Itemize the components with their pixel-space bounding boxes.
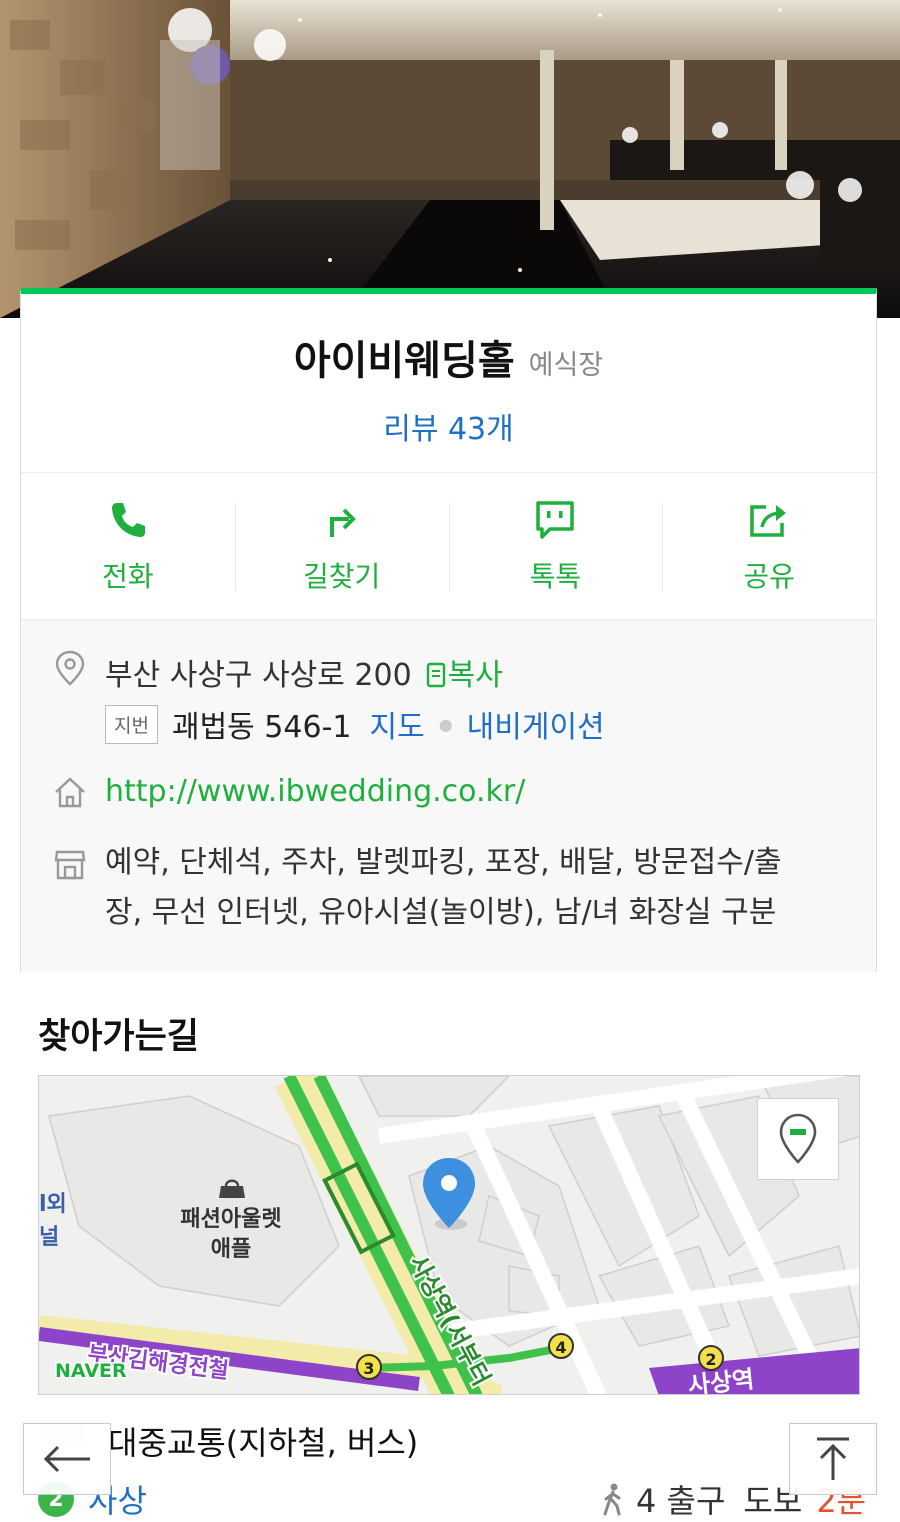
map-pin-icon: [779, 1113, 817, 1164]
transit-heading: 대중교통(지하철, 버스): [108, 1424, 419, 1462]
copy-label: 복사: [447, 658, 503, 693]
amenities-line-1: 예약, 단체석, 주차, 발렛파킹, 포장, 배달, 방문접수/출: [105, 845, 782, 880]
amenities-row: 예약, 단체석, 주차, 발렛파킹, 포장, 배달, 방문접수/출 장, 무선 …: [53, 845, 844, 938]
share-icon: [750, 505, 787, 537]
share-label: 공유: [743, 560, 795, 593]
talk-icon: [536, 501, 575, 539]
place-name: 아이비웨딩홀: [293, 338, 515, 384]
directions-section-title: 찾아가는길: [38, 1017, 200, 1057]
copy-icon: [426, 662, 445, 688]
location-pin-icon: [53, 650, 105, 694]
address-row: 부산 사상구 사상로 200 복사: [53, 650, 844, 694]
road-address: 부산 사상구 사상로 200: [105, 658, 412, 693]
arrow-left-icon: [43, 1445, 90, 1473]
map-canvas: 패션아울렛 애플 l외 널 사상역(서부터 부산김해경전철 사상역 NAVER …: [39, 1076, 859, 1394]
share-button[interactable]: 공유: [662, 473, 876, 619]
phone-icon: [111, 503, 145, 537]
map-link[interactable]: 지도: [369, 702, 424, 746]
back-button[interactable]: [23, 1423, 111, 1495]
svg-text:4: 4: [555, 1338, 566, 1357]
exit-marker-4: 4: [548, 1333, 574, 1359]
store-icon: [53, 846, 105, 890]
place-card: 아이비웨딩홀 예식장 리뷰 43개 전화 길찾기 톡톡 공유 부산 사상구 사상…: [20, 288, 877, 972]
map-edge-label-2: 널: [39, 1225, 59, 1250]
action-bar: 전화 길찾기 톡톡 공유: [21, 473, 876, 620]
place-info: 부산 사상구 사상로 200 복사 지번 괘법동 546-1 지도 ● 내비게이…: [21, 620, 876, 972]
map-poi-line-2: 애플: [211, 1237, 251, 1262]
scroll-top-button[interactable]: [789, 1423, 877, 1495]
talk-label: 톡톡: [529, 560, 582, 593]
place-category: 예식장: [528, 350, 604, 381]
exit-marker-2: 2: [698, 1345, 724, 1371]
talk-button[interactable]: 톡톡: [448, 473, 663, 619]
homepage-row: http://www.ibwedding.co.kr/: [53, 774, 844, 818]
svg-text:2: 2: [705, 1350, 716, 1369]
wedding-hall-photo: [0, 0, 900, 318]
directions-icon: [329, 508, 356, 537]
directions-label: 길찾기: [302, 560, 381, 593]
copy-address-button[interactable]: 복사: [426, 650, 503, 694]
location-map[interactable]: 패션아울렛 애플 l외 널 사상역(서부터 부산김해경전철 사상역 NAVER …: [38, 1075, 860, 1395]
navigation-link[interactable]: 내비게이션: [467, 702, 605, 746]
separator-dot: ●: [438, 714, 453, 734]
amenities-text: 예약, 단체석, 주차, 발렛파킹, 포장, 배달, 방문접수/출 장, 무선 …: [105, 838, 782, 938]
place-name-line: 아이비웨딩홀 예식장: [21, 294, 876, 386]
map-edge-label-1: l외: [39, 1192, 67, 1217]
review-count-link[interactable]: 리뷰 43개: [21, 404, 876, 448]
svg-text:3: 3: [363, 1359, 374, 1378]
exit-info: 4 출구: [636, 1482, 726, 1520]
walking-person-icon: [603, 1483, 621, 1516]
jibun-address: 괘법동 546-1: [171, 710, 352, 745]
directions-button[interactable]: 길찾기: [234, 473, 449, 619]
homepage-link[interactable]: http://www.ibwedding.co.kr/: [105, 774, 525, 809]
exit-marker-3: 3: [356, 1354, 382, 1380]
jibun-tag: 지번: [105, 704, 158, 744]
jibun-row: 지번 괘법동 546-1 지도 ● 내비게이션: [53, 702, 844, 746]
hero-photo[interactable]: [0, 0, 900, 318]
map-poi-line-1: 패션아울렛: [180, 1207, 281, 1232]
place-title-block: 아이비웨딩홀 예식장 리뷰 43개: [21, 294, 876, 473]
amenities-line-2: 장, 무선 인터넷, 유아시설(놀이방), 남/녀 화장실 구분: [105, 895, 777, 930]
naver-map-logo: NAVER: [55, 1360, 127, 1382]
home-icon: [53, 774, 105, 818]
arrow-up-to-top-icon: [817, 1437, 849, 1480]
call-button[interactable]: 전화: [21, 473, 235, 619]
map-marker-toggle-button[interactable]: [757, 1098, 839, 1180]
call-label: 전화: [102, 560, 154, 593]
